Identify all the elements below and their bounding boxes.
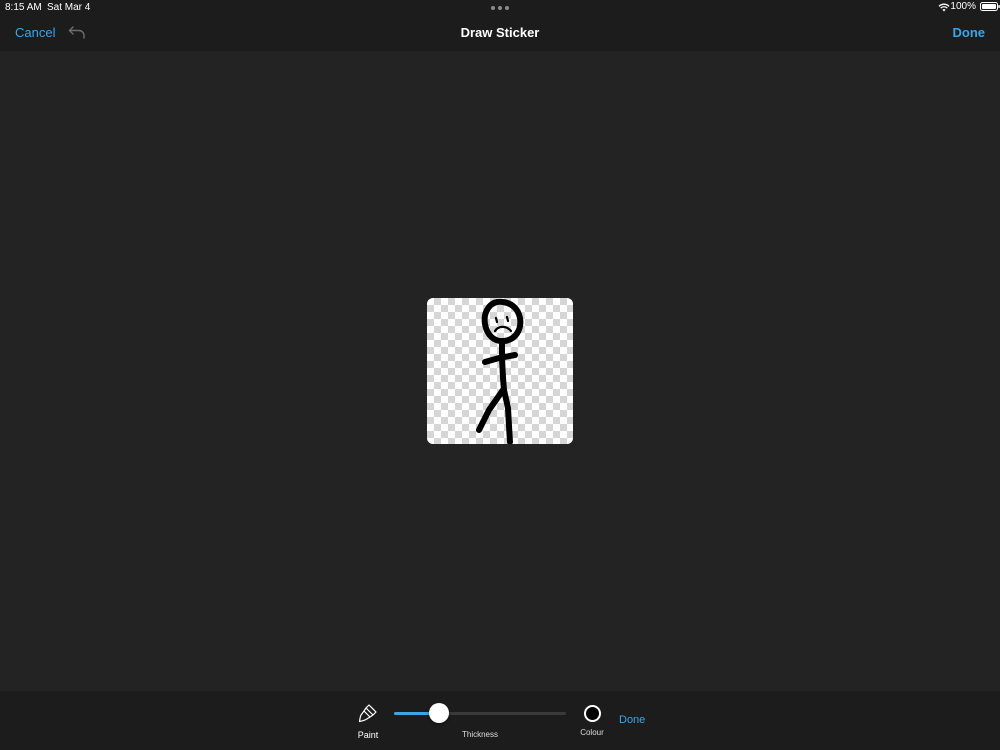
- page-title: Draw Sticker: [460, 25, 540, 40]
- colour-picker-button[interactable]: Colour: [576, 703, 608, 739]
- paintbrush-icon: [358, 704, 377, 723]
- status-bar: 8:15 AM Sat Mar 4 100%: [0, 0, 1000, 16]
- drawing-torso: [499, 338, 507, 393]
- battery-percentage: 100%: [950, 1, 976, 12]
- drawing-right-leg: [501, 387, 513, 444]
- drawing-left-leg: [476, 387, 506, 433]
- sticker-canvas[interactable]: [427, 298, 573, 444]
- colour-swatch: [584, 705, 601, 722]
- stick-figure-drawing: [476, 298, 524, 444]
- multitasking-dots-icon[interactable]: [491, 6, 509, 10]
- thickness-label: Thickness: [461, 730, 498, 739]
- paint-label: Paint: [357, 730, 379, 740]
- colour-label: Colour: [580, 728, 604, 737]
- navigation-bar: Cancel Draw Sticker Done: [0, 16, 1000, 51]
- drawing-area[interactable]: [0, 51, 1000, 691]
- slider-thumb[interactable]: [428, 703, 449, 723]
- status-time: 8:15 AM: [5, 2, 42, 13]
- battery-icon: [980, 2, 1000, 11]
- toolbar-done-button[interactable]: Done: [619, 714, 645, 726]
- status-date: Sat Mar 4: [47, 2, 91, 13]
- draw-sticker-screen: 8:15 AM Sat Mar 4 100% Cancel Draw Stick…: [0, 0, 1000, 750]
- drawing-right-eye: [505, 315, 510, 323]
- done-button[interactable]: Done: [953, 25, 986, 40]
- drawing-toolbar: Paint Thickness Colour Done: [0, 691, 1000, 750]
- drawing-left-eye: [494, 316, 499, 324]
- drawing-head: [481, 298, 524, 345]
- wifi-icon: [938, 3, 950, 12]
- drawing-mouth: [493, 325, 513, 333]
- paint-tool-button[interactable]: Paint: [352, 701, 384, 747]
- thickness-slider[interactable]: [394, 703, 566, 723]
